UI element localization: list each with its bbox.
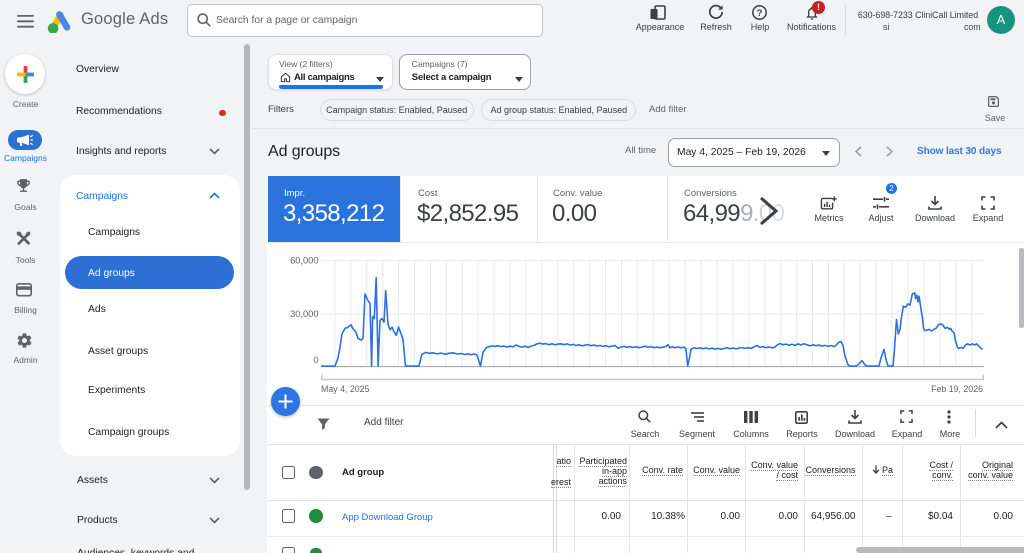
svg-text:30,000: 30,000: [290, 309, 318, 319]
svg-text:May 4, 2025: May 4, 2025: [321, 384, 370, 394]
svg-text:0: 0: [313, 355, 318, 365]
svg-text:Feb 19, 2026: Feb 19, 2026: [931, 384, 983, 394]
svg-text:60,000: 60,000: [290, 256, 318, 266]
svg-text:?: ?: [757, 8, 763, 19]
